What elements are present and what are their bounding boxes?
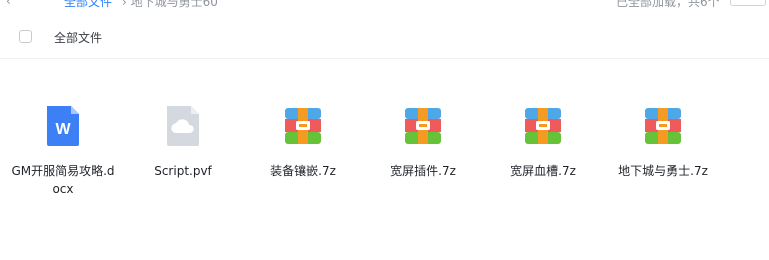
archive-icon xyxy=(525,108,561,144)
file-item[interactable]: 宽屏血槽.7z xyxy=(488,100,598,210)
file-name: 宽屏血槽.7z xyxy=(510,164,576,178)
file-name: 地下城与勇士.7z xyxy=(618,164,708,178)
file-manager-page: ‹ 全部文件 › 地下城与勇士60 已全部加载，共6个 全部文件 W GM开服简… xyxy=(0,0,769,260)
archive-icon xyxy=(285,108,321,144)
back-icon[interactable]: ‹ xyxy=(6,0,11,8)
svg-text:W: W xyxy=(55,121,71,138)
list-header: 全部文件 xyxy=(0,17,769,59)
breadcrumb-current-folder: › 地下城与勇士60 xyxy=(122,0,218,8)
archive-icon xyxy=(405,108,441,144)
top-bar: ‹ 全部文件 › 地下城与勇士60 已全部加载，共6个 xyxy=(0,0,769,8)
cloud-file-icon xyxy=(167,106,199,146)
file-name: Script.pvf xyxy=(154,164,212,178)
archive-icon xyxy=(645,108,681,144)
load-status-text: 已全部加载，共6个 xyxy=(616,0,720,8)
select-all-checkbox[interactable] xyxy=(19,30,32,43)
breadcrumb-all-files[interactable]: 全部文件 xyxy=(64,0,112,8)
file-item[interactable]: W GM开服简易攻略.docx xyxy=(8,100,118,210)
file-item[interactable]: Script.pvf xyxy=(128,100,238,210)
list-header-label: 全部文件 xyxy=(54,31,103,45)
file-item[interactable]: 装备镶嵌.7z xyxy=(248,100,358,210)
file-item[interactable]: 宽屏插件.7z xyxy=(368,100,478,210)
file-name: 宽屏插件.7z xyxy=(390,164,456,178)
word-document-icon: W xyxy=(47,106,79,146)
file-name: 装备镶嵌.7z xyxy=(270,164,336,178)
file-name: GM开服简易攻略.docx xyxy=(11,164,115,196)
view-toggle-button[interactable] xyxy=(730,0,766,6)
file-item[interactable]: 地下城与勇士.7z xyxy=(608,100,718,210)
